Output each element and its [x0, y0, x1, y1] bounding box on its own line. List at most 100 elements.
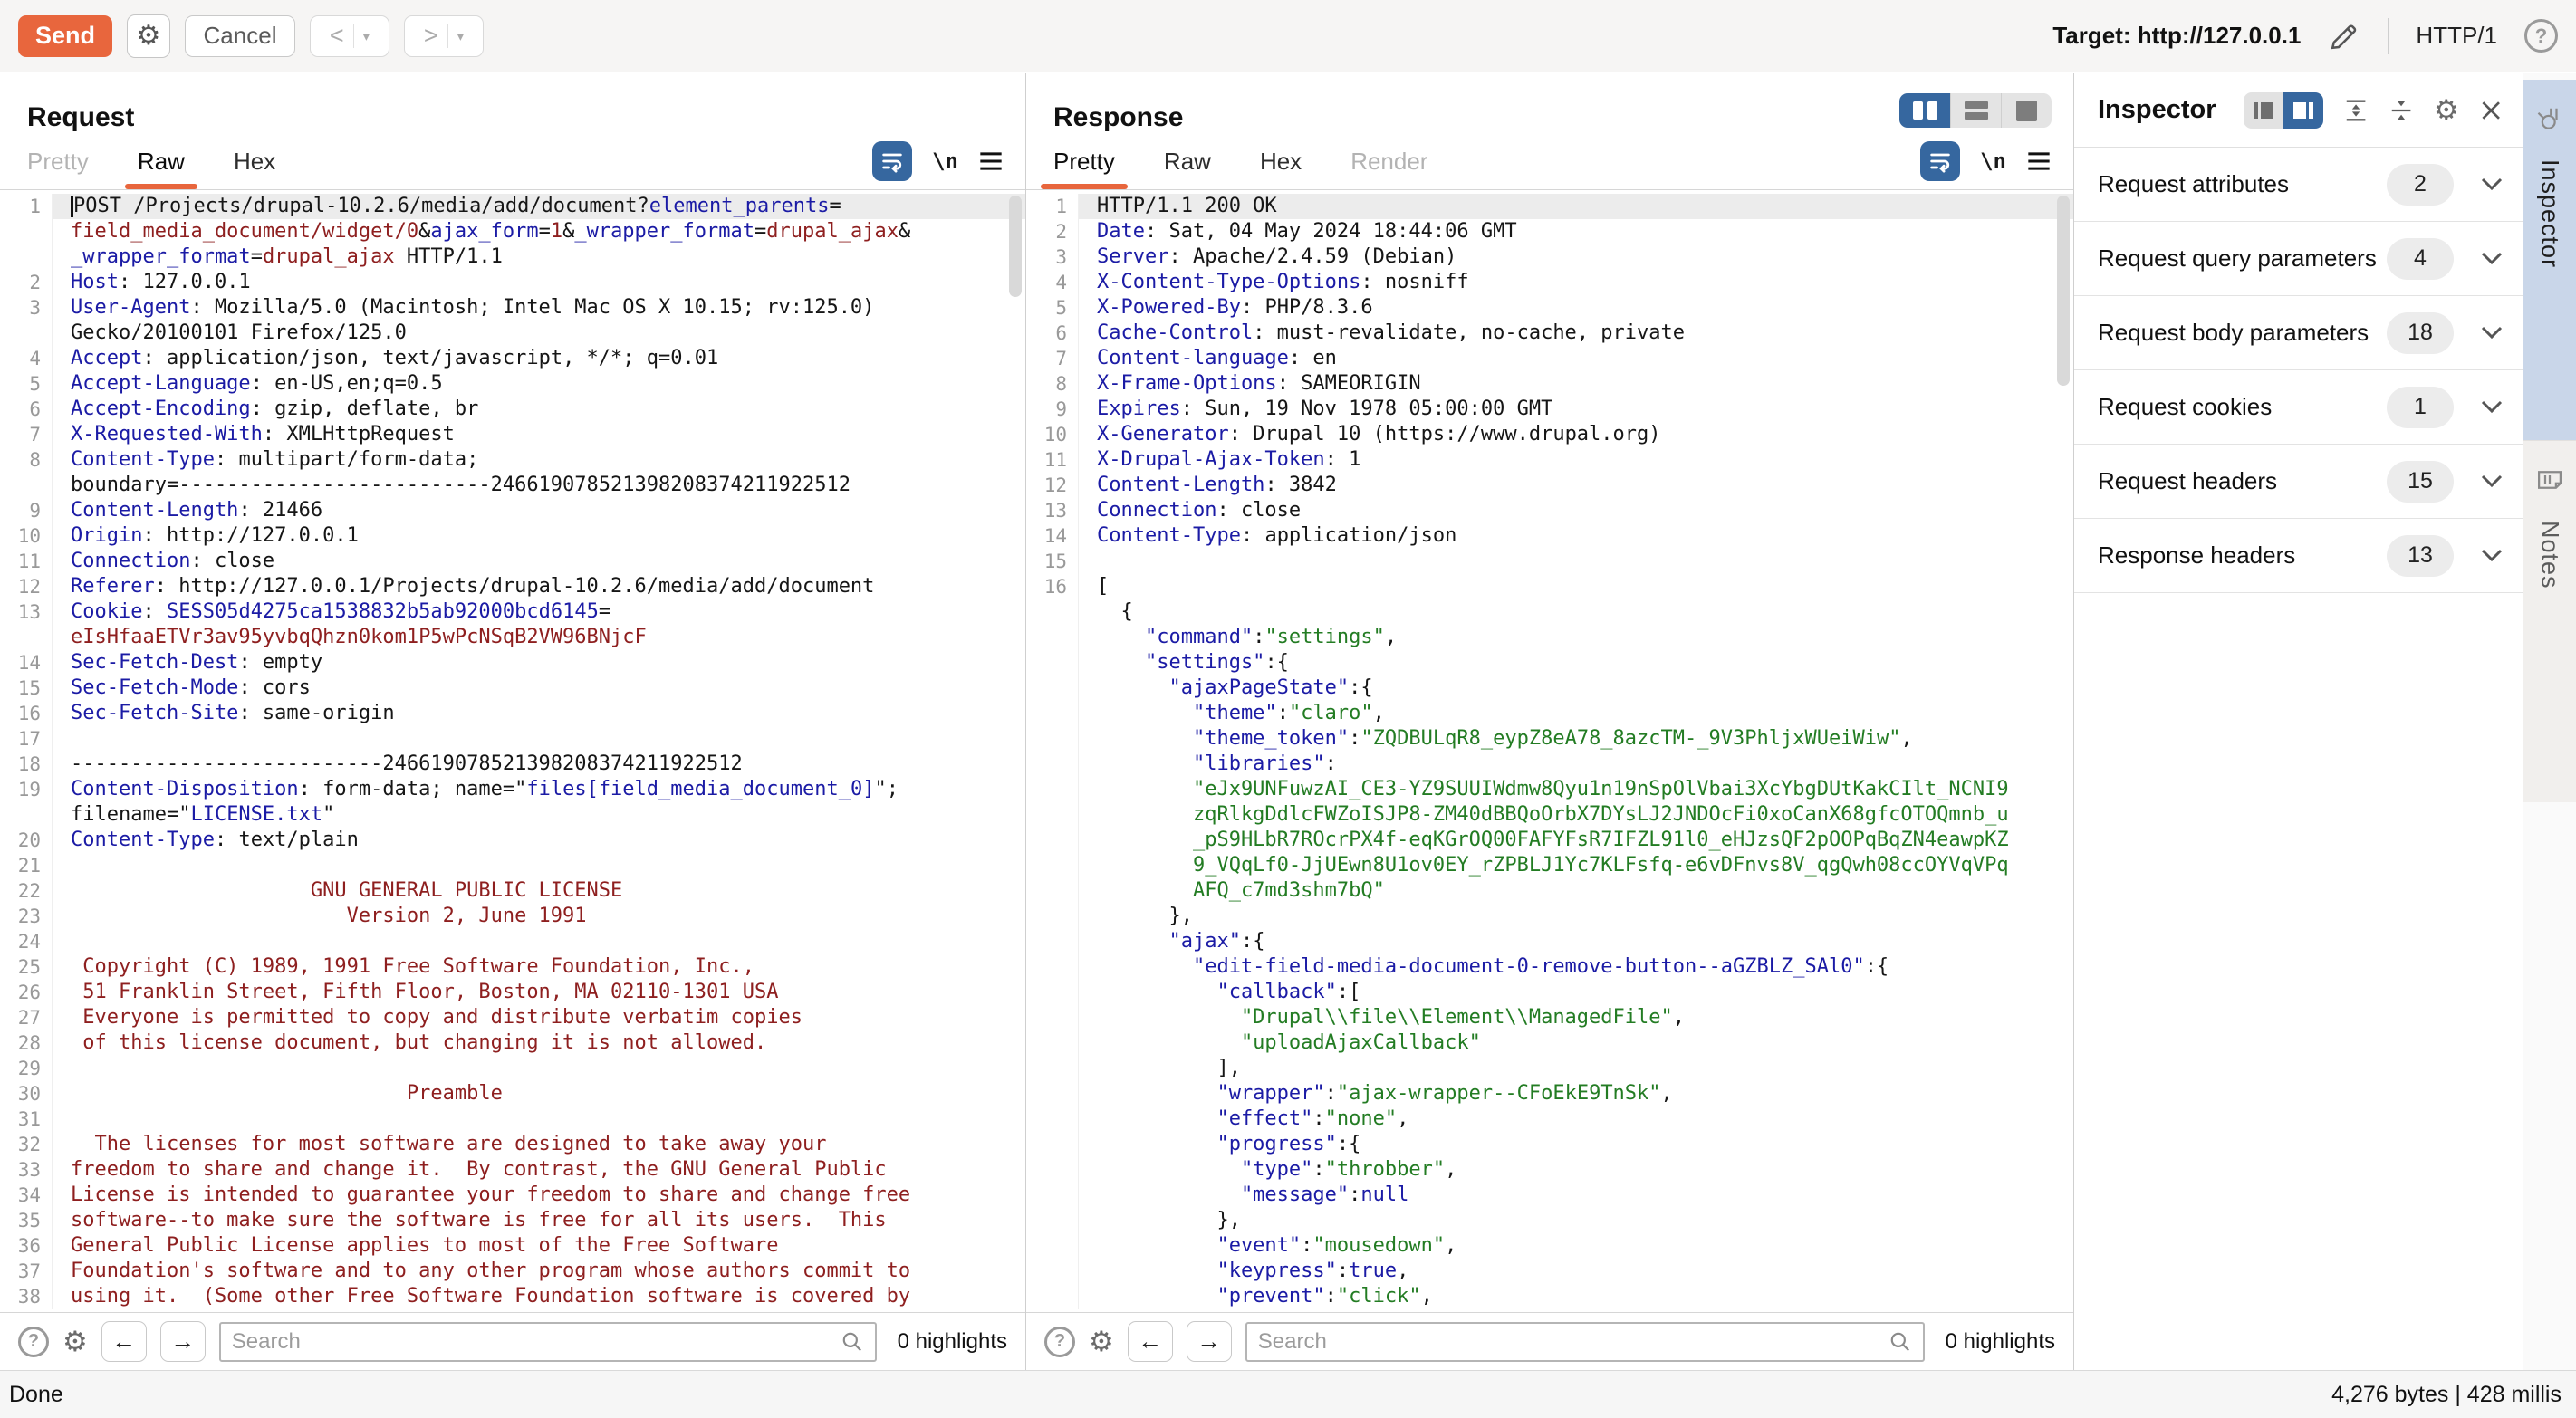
line-number: 5: [1026, 295, 1079, 321]
response-code-line: "event":"mousedown",: [1026, 1233, 2073, 1259]
line-number: [1026, 1005, 1079, 1030]
line-number: 25: [0, 954, 53, 980]
request-tab-raw[interactable]: Raw: [138, 148, 185, 189]
divider: [447, 24, 448, 48]
previous-request-button[interactable]: < ▾: [310, 15, 389, 57]
inspector-section-request-cookies[interactable]: Request cookies1: [2074, 370, 2523, 445]
response-search-box[interactable]: [1245, 1322, 1925, 1362]
chevron-down-icon[interactable]: [2481, 177, 2503, 191]
line-number: 16: [0, 701, 53, 726]
send-button[interactable]: Send: [18, 15, 112, 57]
response-tab-raw[interactable]: Raw: [1164, 148, 1211, 189]
request-tab-pretty[interactable]: Pretty: [27, 148, 89, 189]
request-editor[interactable]: 1POST /Projects/drupal-10.2.6/media/add/…: [0, 190, 1025, 1312]
inspector-panel: Inspector: [2074, 73, 2523, 1370]
find-next-button[interactable]: →: [160, 1321, 206, 1362]
hamburger-menu-icon[interactable]: [978, 149, 1004, 173]
search-icon: [841, 1330, 864, 1354]
chevron-down-icon[interactable]: [2481, 474, 2503, 488]
line-number: 14: [0, 650, 53, 675]
request-code-line: 14Sec-Fetch-Dest: empty: [0, 650, 1025, 675]
arrow-left-icon: ←: [111, 1327, 136, 1356]
chevron-down-icon: ▾: [457, 28, 465, 44]
chevron-down-icon[interactable]: [2481, 549, 2503, 562]
search-settings-gear-icon[interactable]: ⚙: [1089, 1327, 1114, 1356]
line-text: _wrapper_format=drupal_ajax HTTP/1.1: [53, 244, 1025, 270]
dock-left-button[interactable]: [2244, 92, 2283, 129]
request-search-box[interactable]: [219, 1322, 877, 1362]
request-code-line: 35software--to make sure the software is…: [0, 1208, 1025, 1233]
http-version-selector[interactable]: HTTP/1: [2416, 22, 2497, 50]
inspector-section-request-body-parameters[interactable]: Request body parameters18: [2074, 296, 2523, 370]
inspector-settings-gear-icon[interactable]: ⚙: [2434, 96, 2459, 124]
notes-icon: [2536, 466, 2563, 493]
help-icon[interactable]: ?: [1044, 1327, 1075, 1357]
inspector-section-response-headers[interactable]: Response headers13: [2074, 519, 2523, 593]
response-code-line: "keypress":true,: [1026, 1259, 2073, 1284]
collapse-all-icon[interactable]: [2389, 96, 2414, 125]
request-code-line: 37Foundation's software and to any other…: [0, 1259, 1025, 1284]
request-search-input[interactable]: [232, 1329, 841, 1355]
chevron-down-icon[interactable]: [2481, 252, 2503, 265]
find-next-button[interactable]: →: [1187, 1321, 1232, 1362]
help-icon[interactable]: ?: [18, 1327, 49, 1357]
line-text: freedom to share and change it. By contr…: [53, 1157, 1025, 1183]
line-number: 13: [1026, 498, 1079, 523]
inspector-section-request-attributes[interactable]: Request attributes2: [2074, 148, 2523, 222]
chevron-down-icon[interactable]: [2481, 326, 2503, 340]
side-tab-strip: Inspector Notes: [2523, 73, 2576, 1370]
line-text: Date: Sat, 04 May 2024 18:44:06 GMT: [1079, 219, 2073, 244]
layout-rows-button[interactable]: [1950, 93, 2001, 128]
side-tab-inspector[interactable]: Inspector: [2523, 80, 2576, 440]
send-settings-button[interactable]: ⚙: [127, 14, 170, 58]
dock-right-button[interactable]: [2283, 92, 2323, 129]
word-wrap-toggle-button[interactable]: [1920, 141, 1960, 181]
next-request-button[interactable]: > ▾: [404, 15, 484, 57]
help-icon[interactable]: ?: [2524, 19, 2558, 53]
response-tab-pretty[interactable]: Pretty: [1053, 148, 1115, 189]
line-number: 10: [0, 523, 53, 549]
request-code-line: 1POST /Projects/drupal-10.2.6/media/add/…: [0, 194, 1025, 219]
request-highlights-count: 0 highlights: [898, 1329, 1007, 1355]
line-number: 30: [0, 1081, 53, 1107]
line-number: 22: [0, 878, 53, 904]
line-number: [1026, 1284, 1079, 1309]
edit-target-button[interactable]: [2328, 20, 2360, 53]
hamburger-menu-icon[interactable]: [2026, 149, 2052, 173]
chevron-down-icon[interactable]: [2481, 400, 2503, 414]
line-text: boundary=--------------------------24661…: [53, 473, 1025, 498]
layout-columns-button[interactable]: [1899, 93, 1950, 128]
find-previous-button[interactable]: ←: [101, 1321, 147, 1362]
line-text: Accept-Encoding: gzip, deflate, br: [53, 397, 1025, 422]
response-panel: Response PrettyRawHexRender: [1026, 73, 2074, 1370]
expand-all-icon[interactable]: [2343, 96, 2369, 125]
close-icon[interactable]: [2479, 97, 2503, 124]
line-number: [1026, 777, 1079, 802]
response-tab-render[interactable]: Render: [1350, 148, 1427, 189]
find-previous-button[interactable]: ←: [1128, 1321, 1173, 1362]
search-settings-gear-icon[interactable]: ⚙: [62, 1327, 88, 1356]
response-search-input[interactable]: [1258, 1329, 1889, 1355]
cancel-button[interactable]: Cancel: [185, 15, 295, 57]
side-tab-notes[interactable]: Notes: [2523, 440, 2576, 802]
response-editor[interactable]: 1HTTP/1.1 200 OK2Date: Sat, 04 May 2024 …: [1026, 190, 2073, 1312]
request-scrollbar-thumb[interactable]: [1009, 196, 1022, 297]
line-text: X-Content-Type-Options: nosniff: [1079, 270, 2073, 295]
line-text: Gecko/20100101 Firefox/125.0: [53, 321, 1025, 346]
request-code-line: eIsHfaaETVr3av95yvbqQhzn0kom1P5wPcNSqB2V…: [0, 625, 1025, 650]
line-text: Content-language: en: [1079, 346, 2073, 371]
response-scrollbar-thumb[interactable]: [2057, 196, 2070, 386]
request-tab-hex[interactable]: Hex: [234, 148, 275, 189]
response-code-line: 15: [1026, 549, 2073, 574]
request-code-line: boundary=--------------------------24661…: [0, 473, 1025, 498]
layout-single-button[interactable]: [2001, 93, 2052, 128]
layout-toggle-group: [1899, 93, 2052, 128]
response-tab-hex[interactable]: Hex: [1260, 148, 1302, 189]
inspector-section-request-query-parameters[interactable]: Request query parameters4: [2074, 222, 2523, 296]
word-wrap-toggle-button[interactable]: [872, 141, 912, 181]
line-text: Preamble: [53, 1081, 1025, 1107]
newline-toggle-icon[interactable]: \n: [932, 149, 958, 174]
inspector-section-request-headers[interactable]: Request headers15: [2074, 445, 2523, 519]
line-number: [1026, 1056, 1079, 1081]
newline-toggle-icon[interactable]: \n: [1980, 149, 2006, 174]
